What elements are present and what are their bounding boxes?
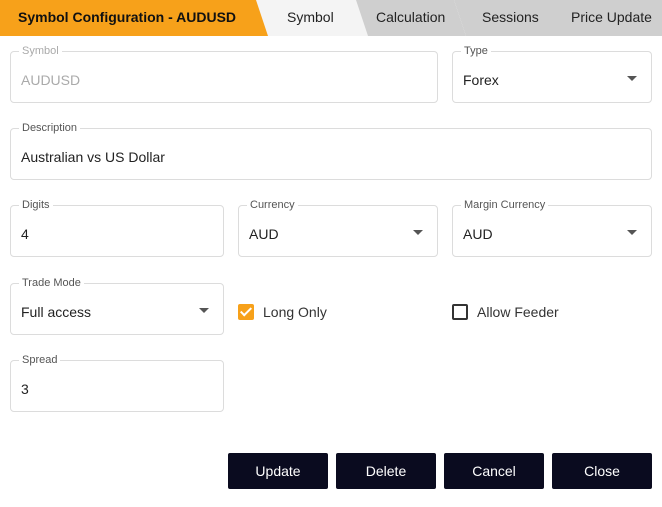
cancel-button[interactable]: Cancel — [444, 453, 544, 489]
tab-symbol-label: Symbol — [287, 9, 334, 25]
chevron-down-icon — [627, 230, 637, 235]
type-label: Type — [461, 45, 491, 57]
trade-mode-select[interactable]: Trade Mode Full access — [10, 277, 224, 335]
margin-currency-select[interactable]: Margin Currency AUD — [452, 199, 652, 257]
description-label: Description — [19, 122, 81, 134]
symbol-label: Symbol — [19, 45, 62, 57]
dialog-header: Symbol Configuration - AUDUSD Price Upda… — [0, 0, 662, 36]
tab-symbol[interactable]: Symbol — [256, 0, 368, 36]
long-only-checkbox[interactable]: Long Only — [238, 304, 327, 320]
symbol-value: AUDUSD — [21, 72, 81, 88]
digits-value: 4 — [21, 226, 29, 242]
checkbox-checked-icon[interactable] — [238, 304, 254, 320]
spread-label: Spread — [19, 354, 61, 366]
trade-mode-value: Full access — [21, 304, 92, 320]
type-select[interactable]: Type Forex — [452, 45, 652, 103]
description-value: Australian vs US Dollar — [21, 149, 165, 165]
digits-field[interactable]: Digits 4 — [10, 199, 224, 257]
tab-calculation[interactable]: Calculation — [354, 0, 466, 36]
description-field[interactable]: Description Australian vs US Dollar — [10, 122, 652, 180]
margin-currency-label: Margin Currency — [461, 199, 549, 211]
tab-price-update-label: Price Update — [571, 9, 652, 25]
chevron-down-icon — [199, 308, 209, 313]
update-button[interactable]: Update — [228, 453, 328, 489]
dialog-title-tab: Symbol Configuration - AUDUSD — [0, 0, 270, 36]
digits-label: Digits — [19, 199, 53, 211]
tab-sessions-label: Sessions — [482, 9, 539, 25]
symbol-field: Symbol AUDUSD — [10, 45, 438, 103]
tab-price-update[interactable]: Price Update — [553, 0, 662, 36]
trade-mode-label: Trade Mode — [19, 277, 84, 289]
chevron-down-icon — [413, 230, 423, 235]
tab-calculation-label: Calculation — [376, 9, 446, 25]
tab-sessions[interactable]: Sessions — [454, 0, 566, 36]
delete-button[interactable]: Delete — [336, 453, 436, 489]
margin-currency-value: AUD — [463, 226, 493, 242]
type-value: Forex — [463, 72, 499, 88]
currency-label: Currency — [247, 199, 298, 211]
allow-feeder-checkbox[interactable]: Allow Feeder — [452, 304, 559, 320]
dialog-title: Symbol Configuration - AUDUSD — [18, 9, 237, 25]
currency-value: AUD — [249, 226, 279, 242]
spread-value: 3 — [21, 381, 29, 397]
long-only-label: Long Only — [263, 304, 327, 320]
close-button[interactable]: Close — [552, 453, 652, 489]
currency-select[interactable]: Currency AUD — [238, 199, 438, 257]
chevron-down-icon — [627, 76, 637, 81]
allow-feeder-label: Allow Feeder — [477, 304, 559, 320]
spread-field[interactable]: Spread 3 — [10, 354, 224, 412]
checkbox-unchecked-icon[interactable] — [452, 304, 468, 320]
